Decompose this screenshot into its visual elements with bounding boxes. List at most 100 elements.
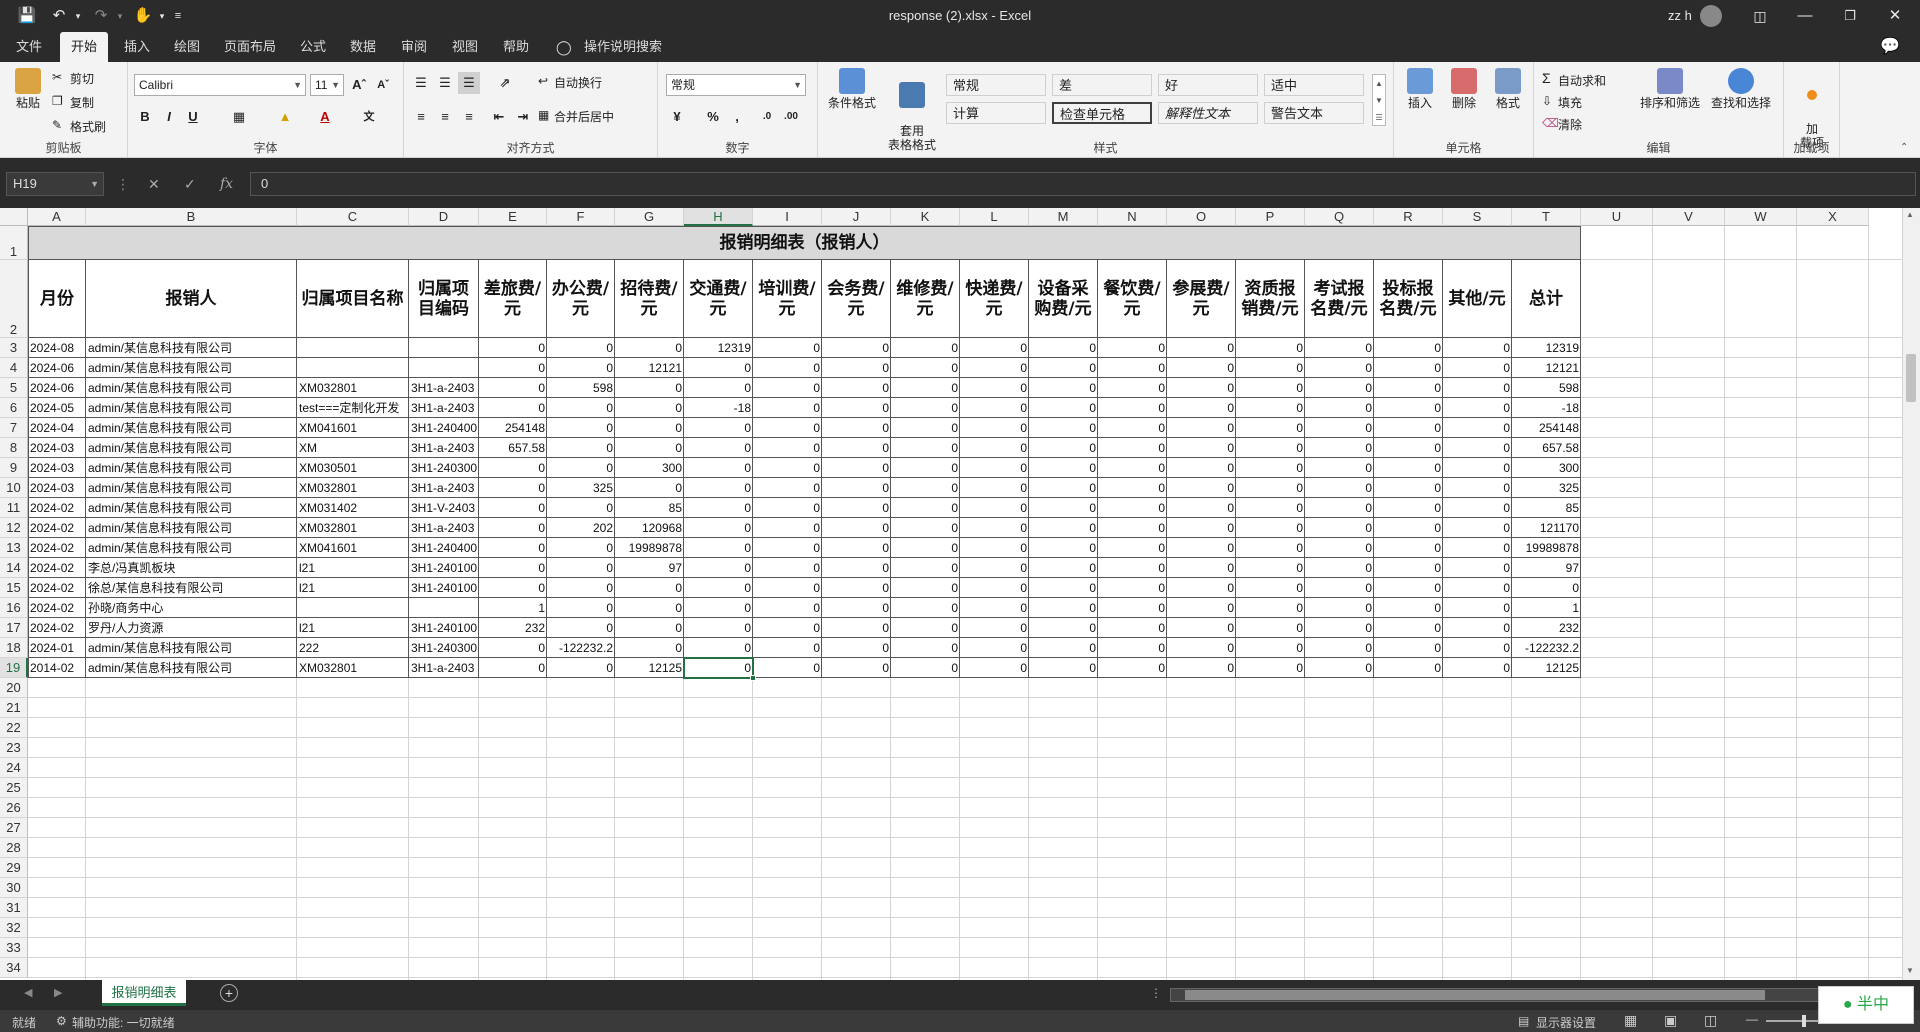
table-cell[interactable]: 0 (960, 498, 1029, 518)
table-cell[interactable]: 0 (547, 558, 615, 578)
table-cell[interactable]: 0 (1374, 358, 1443, 378)
table-cell[interactable]: 0 (822, 398, 891, 418)
table-cell[interactable]: 0 (1305, 418, 1374, 438)
row-header[interactable]: 30 (0, 878, 28, 898)
table-cell[interactable]: 0 (1098, 338, 1167, 358)
table-cell[interactable]: 97 (615, 558, 684, 578)
table-cell[interactable]: 0 (1305, 338, 1374, 358)
style-bad[interactable]: 差 (1052, 74, 1152, 96)
table-cell[interactable]: 0 (1236, 418, 1305, 438)
table-cell[interactable]: 598 (547, 378, 615, 398)
table-cell[interactable]: 0 (1305, 458, 1374, 478)
table-cell[interactable]: 0 (479, 458, 547, 478)
table-cell[interactable]: 0 (960, 478, 1029, 498)
italic-button[interactable]: I (158, 106, 180, 128)
table-cell[interactable]: 0 (960, 518, 1029, 538)
table-cell[interactable]: 0 (1236, 398, 1305, 418)
table-cell[interactable]: 李总/冯真凯板块 (86, 558, 297, 578)
align-left-icon[interactable]: ≡ (410, 106, 432, 128)
column-header-x[interactable]: X (1797, 208, 1869, 226)
table-cell[interactable]: 1 (1512, 598, 1581, 618)
table-cell[interactable]: 2024-02 (28, 498, 86, 518)
table-cell[interactable]: 0 (684, 618, 753, 638)
table-cell[interactable]: 0 (1029, 378, 1098, 398)
redo-dropdown-icon[interactable]: ▾ (114, 0, 126, 32)
table-cell[interactable]: 0 (891, 518, 960, 538)
table-cell[interactable]: 0 (1443, 518, 1512, 538)
table-cell[interactable]: 0 (1305, 518, 1374, 538)
row-header[interactable]: 2 (0, 260, 28, 338)
table-cell[interactable]: admin/某信息科技有限公司 (86, 478, 297, 498)
row-header[interactable]: 7 (0, 418, 28, 438)
table-cell[interactable]: 0 (1029, 498, 1098, 518)
shrink-font-icon[interactable]: Aˇ (372, 74, 394, 96)
table-cell[interactable]: 0 (891, 598, 960, 618)
table-cell[interactable]: 0 (547, 438, 615, 458)
table-cell[interactable]: 0 (1236, 358, 1305, 378)
display-settings-button[interactable]: 显示器设置 (1536, 1014, 1596, 1031)
table-cell[interactable]: 0 (1443, 618, 1512, 638)
table-cell[interactable]: 254148 (1512, 418, 1581, 438)
table-cell[interactable]: -122232.2 (547, 638, 615, 658)
row-header[interactable]: 15 (0, 578, 28, 598)
table-cell[interactable]: 0 (1443, 378, 1512, 398)
table-cell[interactable]: 0 (822, 418, 891, 438)
name-box[interactable]: H19 ▼ (6, 172, 104, 196)
table-cell[interactable]: 0 (1443, 418, 1512, 438)
table-cell[interactable]: 0 (547, 458, 615, 478)
tab-review[interactable]: 审阅 (393, 32, 435, 62)
table-cell[interactable]: 0 (547, 418, 615, 438)
table-cell[interactable]: 300 (615, 458, 684, 478)
table-cell[interactable]: XM041601 (297, 418, 409, 438)
table-cell[interactable]: 0 (547, 338, 615, 358)
table-cell[interactable]: 0 (753, 658, 822, 678)
table-cell[interactable]: 2014-02 (28, 658, 86, 678)
table-cell[interactable]: 0 (1443, 598, 1512, 618)
table-cell[interactable]: 0 (1029, 518, 1098, 538)
table-cell[interactable]: 0 (1305, 618, 1374, 638)
table-cell[interactable]: 0 (1443, 578, 1512, 598)
row-header[interactable]: 26 (0, 798, 28, 818)
table-cell[interactable]: 0 (891, 558, 960, 578)
table-cell[interactable]: 0 (1236, 378, 1305, 398)
column-header-f[interactable]: F (547, 208, 615, 226)
table-cell[interactable]: 0 (1305, 658, 1374, 678)
table-cell[interactable]: 0 (960, 378, 1029, 398)
table-cell[interactable]: admin/某信息科技有限公司 (86, 338, 297, 358)
table-cell[interactable]: 3H1-240100 (409, 578, 479, 598)
table-cell[interactable]: 0 (547, 538, 615, 558)
vertical-scrollbar[interactable] (1902, 208, 1920, 980)
table-cell[interactable]: l21 (297, 558, 409, 578)
styles-scroll[interactable]: ▲ ▼ ☰ (1372, 74, 1386, 126)
table-cell[interactable]: 0 (1236, 478, 1305, 498)
table-cell[interactable]: 0 (1167, 638, 1236, 658)
table-cell[interactable]: 0 (1305, 438, 1374, 458)
style-check-cell[interactable]: 检查单元格 (1052, 102, 1152, 124)
table-cell[interactable]: 0 (1236, 458, 1305, 478)
row-header[interactable]: 25 (0, 778, 28, 798)
enter-icon[interactable]: ✓ (184, 172, 196, 196)
table-cell[interactable]: 0 (1029, 618, 1098, 638)
table-cell[interactable]: 2024-02 (28, 518, 86, 538)
table-cell[interactable]: 0 (615, 638, 684, 658)
table-cell[interactable]: 0 (1374, 418, 1443, 438)
table-cell[interactable]: admin/某信息科技有限公司 (86, 498, 297, 518)
table-cell[interactable]: admin/某信息科技有限公司 (86, 658, 297, 678)
table-cell[interactable]: 0 (1443, 538, 1512, 558)
table-cell[interactable]: 0 (960, 338, 1029, 358)
table-cell[interactable]: admin/某信息科技有限公司 (86, 358, 297, 378)
table-cell[interactable]: 0 (1098, 638, 1167, 658)
table-cell[interactable]: 0 (1374, 478, 1443, 498)
insert-function-icon[interactable]: fx (220, 172, 233, 196)
row-header[interactable]: 5 (0, 378, 28, 398)
table-cell[interactable]: 0 (1443, 638, 1512, 658)
table-cell[interactable]: 0 (1236, 498, 1305, 518)
column-header-r[interactable]: R (1374, 208, 1443, 226)
table-cell[interactable]: 0 (891, 398, 960, 418)
row-header[interactable]: 33 (0, 938, 28, 958)
row-header[interactable]: 24 (0, 758, 28, 778)
table-cell[interactable]: 3H1-240400 (409, 538, 479, 558)
table-cell[interactable]: 12125 (615, 658, 684, 678)
table-cell[interactable]: 0 (753, 538, 822, 558)
table-cell[interactable]: 0 (891, 358, 960, 378)
